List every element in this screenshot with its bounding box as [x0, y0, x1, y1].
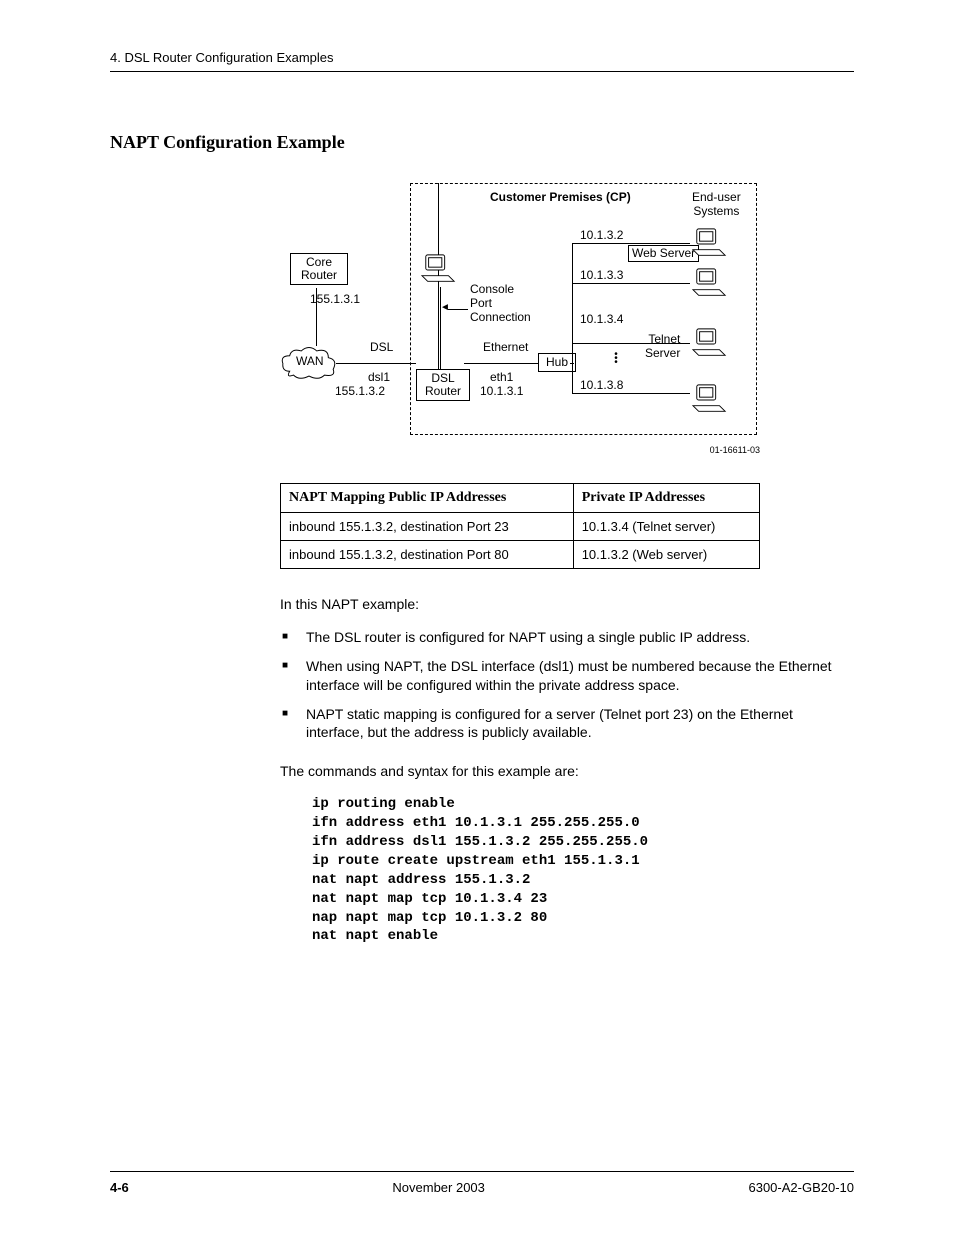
- dsl1-ip: 155.1.3.2: [335, 385, 385, 399]
- page-footer: 4-6 November 2003 6300-A2-GB20-10: [110, 1171, 854, 1195]
- list-item: When using NAPT, the DSL interface (dsl1…: [280, 657, 840, 695]
- telnet-server-label: Telnet Server: [645, 333, 680, 361]
- web-server-box: Web Server: [628, 245, 699, 262]
- console-pc-icon: [420, 253, 458, 287]
- console-arrow-line: [448, 309, 468, 310]
- line-hub-pc4: [572, 393, 690, 394]
- pc-icon-1: [690, 227, 730, 261]
- line-hub-pc2: [572, 283, 690, 284]
- eth1-ip: 10.1.3.1: [480, 385, 523, 399]
- section-title: NAPT Configuration Example: [110, 132, 854, 153]
- running-header: 4. DSL Router Configuration Examples: [110, 50, 854, 72]
- bullet-list: The DSL router is configured for NAPT us…: [280, 628, 840, 742]
- network-diagram: Customer Premises (CP) End-user Systems …: [280, 183, 760, 453]
- dsl-label: DSL: [370, 341, 393, 355]
- ip-b: 10.1.3.3: [580, 269, 623, 283]
- list-item: NAPT static mapping is configured for a …: [280, 705, 840, 743]
- core-router-label: Core Router: [301, 255, 337, 282]
- line-core-wan: [316, 288, 317, 346]
- intro-text: In this NAPT example:: [280, 595, 840, 614]
- table-row: inbound 155.1.3.2, destination Port 23 1…: [281, 513, 760, 541]
- cp-title: Customer Premises (CP): [490, 191, 631, 205]
- hub-bus-line: [572, 243, 573, 393]
- cell-public: inbound 155.1.3.2, destination Port 80: [281, 541, 574, 569]
- console-arrow-head: ◄: [440, 302, 450, 314]
- dsl-router-label: DSL Router: [425, 371, 461, 398]
- doc-id: 6300-A2-GB20-10: [748, 1180, 854, 1195]
- th-public: NAPT Mapping Public IP Addresses: [281, 484, 574, 513]
- diagram-id: 01-16611-03: [710, 445, 760, 455]
- eth1-label: eth1: [490, 371, 513, 385]
- pc-icon-4: [690, 383, 730, 417]
- console-label: Console Port Connection: [470, 283, 531, 324]
- cell-private: 10.1.3.4 (Telnet server): [573, 513, 759, 541]
- line-hub-pc1: [572, 243, 690, 244]
- end-user-label: End-user Systems: [692, 191, 741, 219]
- ip-d: 10.1.3.8: [580, 379, 623, 393]
- hub-stub: [570, 363, 574, 364]
- table-row: inbound 155.1.3.2, destination Port 80 1…: [281, 541, 760, 569]
- hub-label: Hub: [546, 355, 568, 369]
- core-ip: 155.1.3.1: [310, 293, 360, 307]
- line-dslrouter-hub: [464, 363, 540, 364]
- footer-date: November 2003: [392, 1180, 485, 1195]
- line-wan-dslrouter: [336, 363, 416, 364]
- page-number: 4-6: [110, 1180, 129, 1195]
- th-private: Private IP Addresses: [573, 484, 759, 513]
- dsl1-label: dsl1: [368, 371, 390, 385]
- pc-icon-3: [690, 327, 730, 361]
- cell-public: inbound 155.1.3.2, destination Port 23: [281, 513, 574, 541]
- ip-a: 10.1.3.2: [580, 229, 623, 243]
- web-server-label: Web Server: [632, 246, 695, 260]
- dsl-router-box: DSL Router: [416, 369, 470, 401]
- pc-icon-2: [690, 267, 730, 301]
- console-to-router-line: [440, 287, 441, 369]
- core-router-box: Core Router: [290, 253, 348, 285]
- cmd-intro: The commands and syntax for this example…: [280, 762, 840, 781]
- napt-mapping-table: NAPT Mapping Public IP Addresses Private…: [280, 483, 760, 569]
- list-item: The DSL router is configured for NAPT us…: [280, 628, 840, 647]
- command-block: ip routing enable ifn address eth1 10.1.…: [312, 795, 840, 946]
- cell-private: 10.1.3.2 (Web server): [573, 541, 759, 569]
- wan-label: WAN: [296, 355, 324, 369]
- ip-c: 10.1.3.4: [580, 313, 623, 327]
- dots-icon: •••: [613, 353, 619, 365]
- ethernet-label: Ethernet: [483, 341, 528, 355]
